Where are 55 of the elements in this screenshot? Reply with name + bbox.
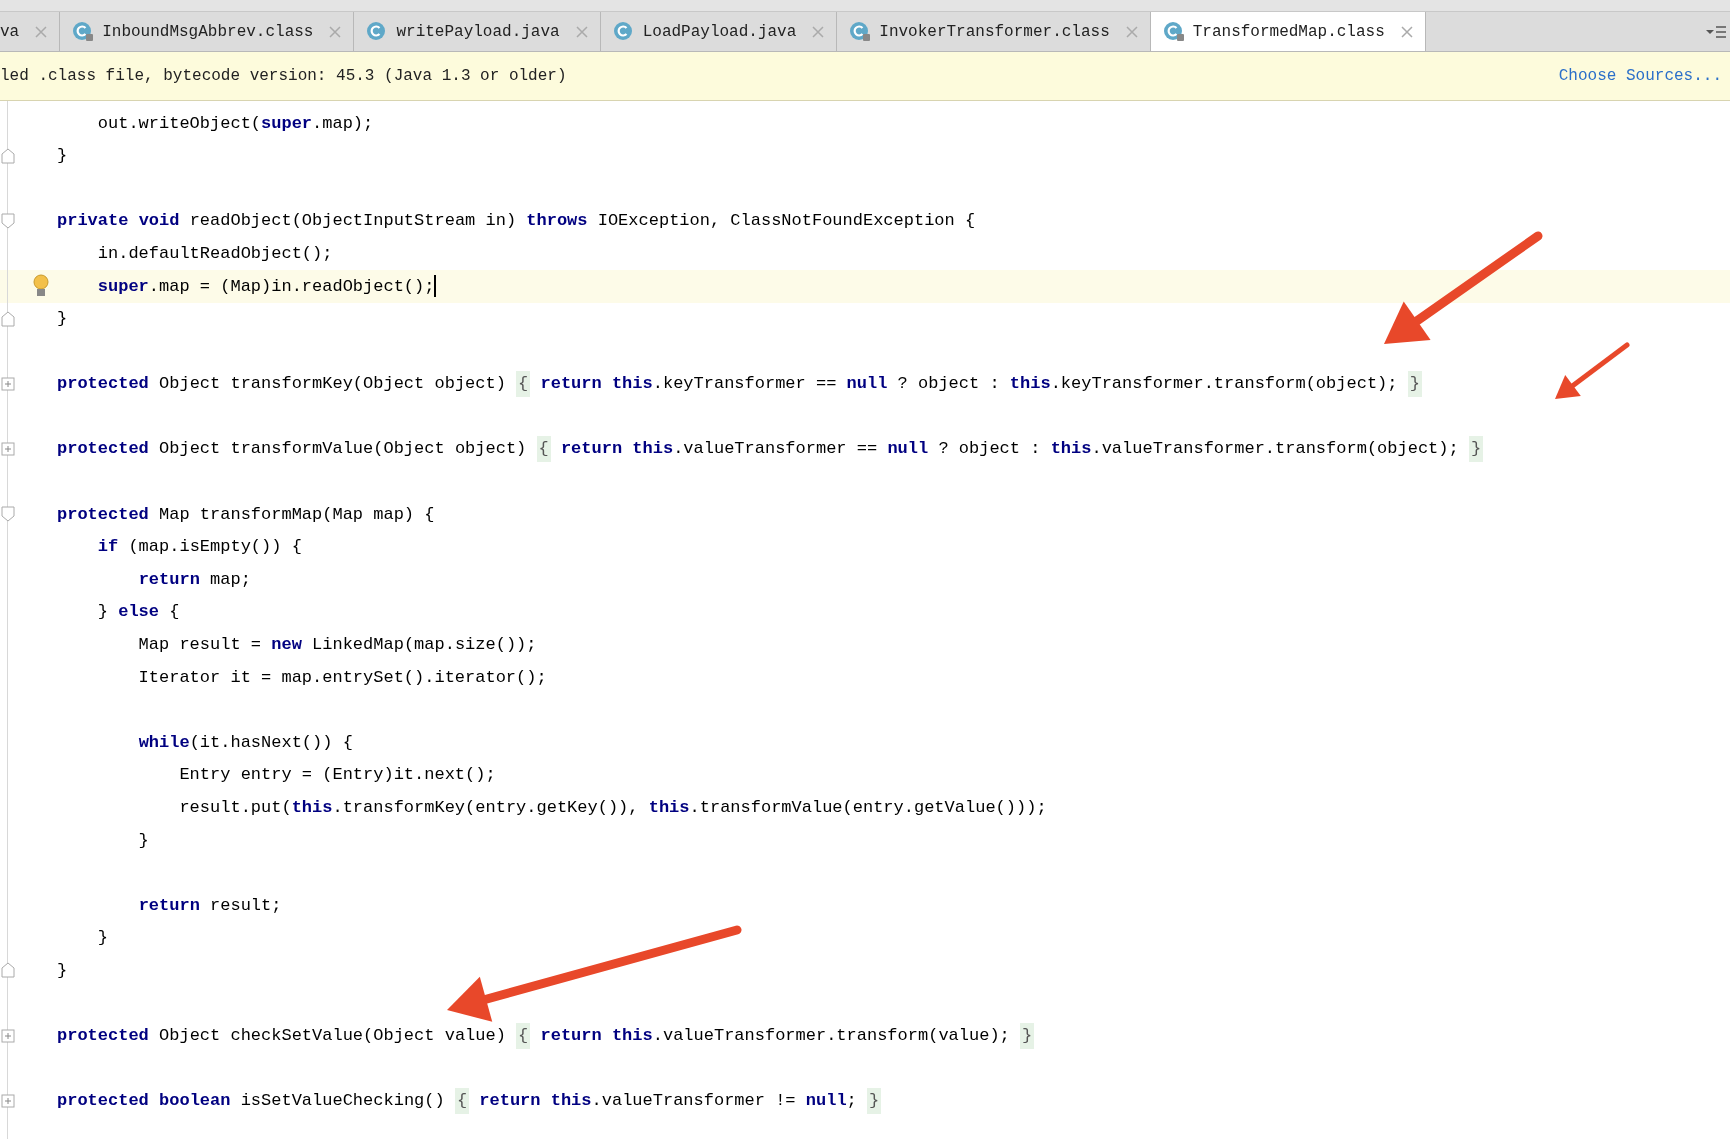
fold-marker-icon[interactable]	[1, 310, 15, 327]
code-line: in.defaultReadObject();	[96, 242, 333, 265]
expand-icon[interactable]	[1, 1028, 15, 1043]
java-class-icon	[612, 20, 635, 43]
notification-message: led .class file, bytecode version: 45.3 (Java 1.3 or older)	[0, 66, 567, 87]
lightbulb-icon[interactable]	[32, 273, 50, 298]
code-line: Iterator it = map.entrySet().iterator();	[137, 666, 547, 689]
code-line: } else {	[96, 601, 180, 624]
code-line: protected Object transformKey(Object object) { return this.keyTransformer == null ? object : this.keyTransformer.transform(object); }	[57, 371, 1422, 397]
code-line: }	[57, 960, 68, 982]
code-line: protected boolean isSetValueChecking() { return this.valueTransformer != null; }	[57, 1088, 882, 1114]
close-icon[interactable]	[35, 25, 48, 38]
code-line: super.map = (Map)in.readObject();	[96, 274, 437, 299]
tab-label: InvokerTransformer.class	[879, 21, 1110, 43]
code-line: return result;	[137, 894, 282, 917]
tab-list-menu-icon[interactable]	[1706, 24, 1726, 39]
tab-label: LoadPayload.java	[642, 21, 797, 43]
close-icon[interactable]	[329, 25, 342, 38]
fold-marker-icon[interactable]	[1, 212, 15, 229]
close-icon[interactable]	[575, 25, 588, 38]
code-line: while(it.hasNext()) {	[137, 731, 353, 754]
code-line: protected Object checkSetValue(Object value) { return this.valueTransformer.transform(value); }	[57, 1023, 1035, 1049]
code-line: if (map.isEmpty()) {	[96, 536, 302, 559]
code-line: }	[57, 308, 68, 331]
code-line: out.writeObject(super.map);	[96, 112, 374, 135]
fold-marker-icon[interactable]	[1, 506, 15, 523]
code-line: return map;	[137, 568, 251, 591]
code-line: protected Object transformValue(Object object) { return this.valueTransformer == null ? object : this.valueTransformer.transform(object); }	[57, 436, 1484, 462]
code-line: Map result = new LinkedMap(map.size());	[137, 634, 537, 657]
close-icon[interactable]	[1400, 25, 1413, 38]
class-file-icon	[72, 20, 95, 43]
expand-icon[interactable]	[1, 1093, 15, 1108]
code-line: }	[137, 829, 149, 852]
class-file-icon	[849, 20, 872, 43]
close-icon[interactable]	[1125, 25, 1138, 38]
fold-marker-icon[interactable]	[1, 962, 15, 979]
tab-label: va	[0, 21, 20, 43]
tab-label: writePayload.java	[396, 21, 560, 43]
code-line: protected Map transformMap(Map map) {	[57, 503, 435, 526]
expand-icon[interactable]	[1, 441, 15, 456]
expand-icon[interactable]	[1, 376, 15, 391]
editor-tab[interactable]: va	[0, 12, 61, 51]
editor-tab[interactable]: TransformedMap.class	[1150, 12, 1426, 51]
code-line: }	[96, 927, 108, 950]
code-line: result.put(this.transformKey(entry.getKey()), this.transformValue(entry.getValue()));	[178, 797, 1047, 819]
tab-label: TransformedMap.class	[1192, 21, 1385, 43]
close-icon[interactable]	[812, 25, 825, 38]
choose-sources-link[interactable]: Choose Sources...	[1558, 64, 1722, 88]
fold-marker-icon[interactable]	[1, 147, 15, 164]
tab-label: InboundMsgAbbrev.class	[102, 21, 314, 43]
text-cursor	[434, 275, 437, 298]
class-file-icon	[1162, 20, 1185, 43]
code-line: private void readObject(ObjectInputStream in) throws IOException, ClassNotFoundException {	[57, 210, 976, 233]
code-line: }	[57, 145, 68, 168]
code-line: Entry entry = (Entry)it.next();	[178, 764, 496, 787]
